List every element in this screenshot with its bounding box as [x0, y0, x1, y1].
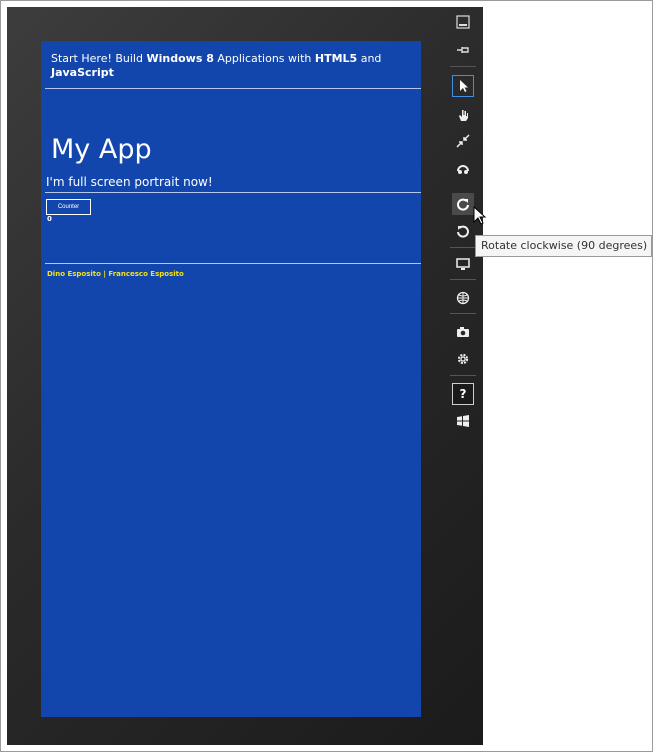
counter-value: 0	[47, 215, 52, 223]
simulator-background: Start Here! Build Windows 8 Applications…	[7, 7, 483, 745]
rotate-clockwise-icon	[457, 198, 469, 211]
help-icon: ?	[459, 387, 467, 401]
gear-icon	[457, 353, 469, 365]
footer-credits: Dino Esposito | Francesco Esposito	[47, 270, 184, 278]
page-title: My App	[51, 134, 152, 165]
app-screen: Start Here! Build Windows 8 Applications…	[41, 41, 421, 717]
mouse-cursor-icon	[473, 206, 487, 225]
app-header-title: Start Here! Build Windows 8 Applications…	[51, 52, 382, 79]
header-divider	[45, 88, 421, 89]
minimize-icon	[456, 15, 470, 29]
monitor-icon	[456, 258, 470, 270]
change-resolution-button[interactable]	[452, 253, 474, 275]
copy-screenshot-button[interactable]	[452, 321, 474, 343]
page-subtitle: I'm full screen portrait now!	[46, 175, 213, 189]
footer-divider	[45, 263, 421, 264]
minimize-button[interactable]	[452, 11, 474, 33]
help-button[interactable]: ?	[452, 383, 474, 405]
rotate-clockwise-tooltip: Rotate clockwise (90 degrees)	[475, 235, 652, 257]
toolbar-separator	[450, 375, 476, 376]
camera-icon	[457, 327, 469, 337]
pinch-zoom-button[interactable]	[452, 130, 474, 152]
rotation-touch-icon	[457, 165, 469, 174]
start-button[interactable]	[452, 410, 474, 432]
counter-button[interactable]: Counter	[46, 199, 91, 215]
rotate-clockwise-button[interactable]	[452, 193, 474, 215]
set-location-button[interactable]	[452, 287, 474, 309]
rotation-touch-mode-button[interactable]	[452, 157, 474, 179]
toolbar-separator	[450, 66, 476, 67]
toolbar-separator	[450, 279, 476, 280]
pin-icon	[457, 47, 469, 53]
simulator-window: Start Here! Build Windows 8 Applications…	[0, 0, 653, 752]
windows-logo-icon	[457, 415, 469, 427]
basic-touch-mode-button[interactable]	[452, 104, 474, 126]
pinch-icon	[456, 134, 470, 148]
always-on-top-button[interactable]	[452, 39, 474, 61]
rotate-counterclockwise-icon	[457, 225, 469, 238]
pointer-icon	[460, 80, 468, 92]
subtitle-divider	[45, 192, 421, 193]
mouse-mode-button[interactable]	[452, 75, 474, 97]
toolbar-separator	[450, 247, 476, 248]
globe-icon	[456, 291, 470, 305]
rotate-counterclockwise-button[interactable]	[452, 220, 474, 242]
toolbar-separator	[450, 313, 476, 314]
hand-icon	[459, 110, 468, 121]
screenshot-settings-button[interactable]	[452, 348, 474, 370]
